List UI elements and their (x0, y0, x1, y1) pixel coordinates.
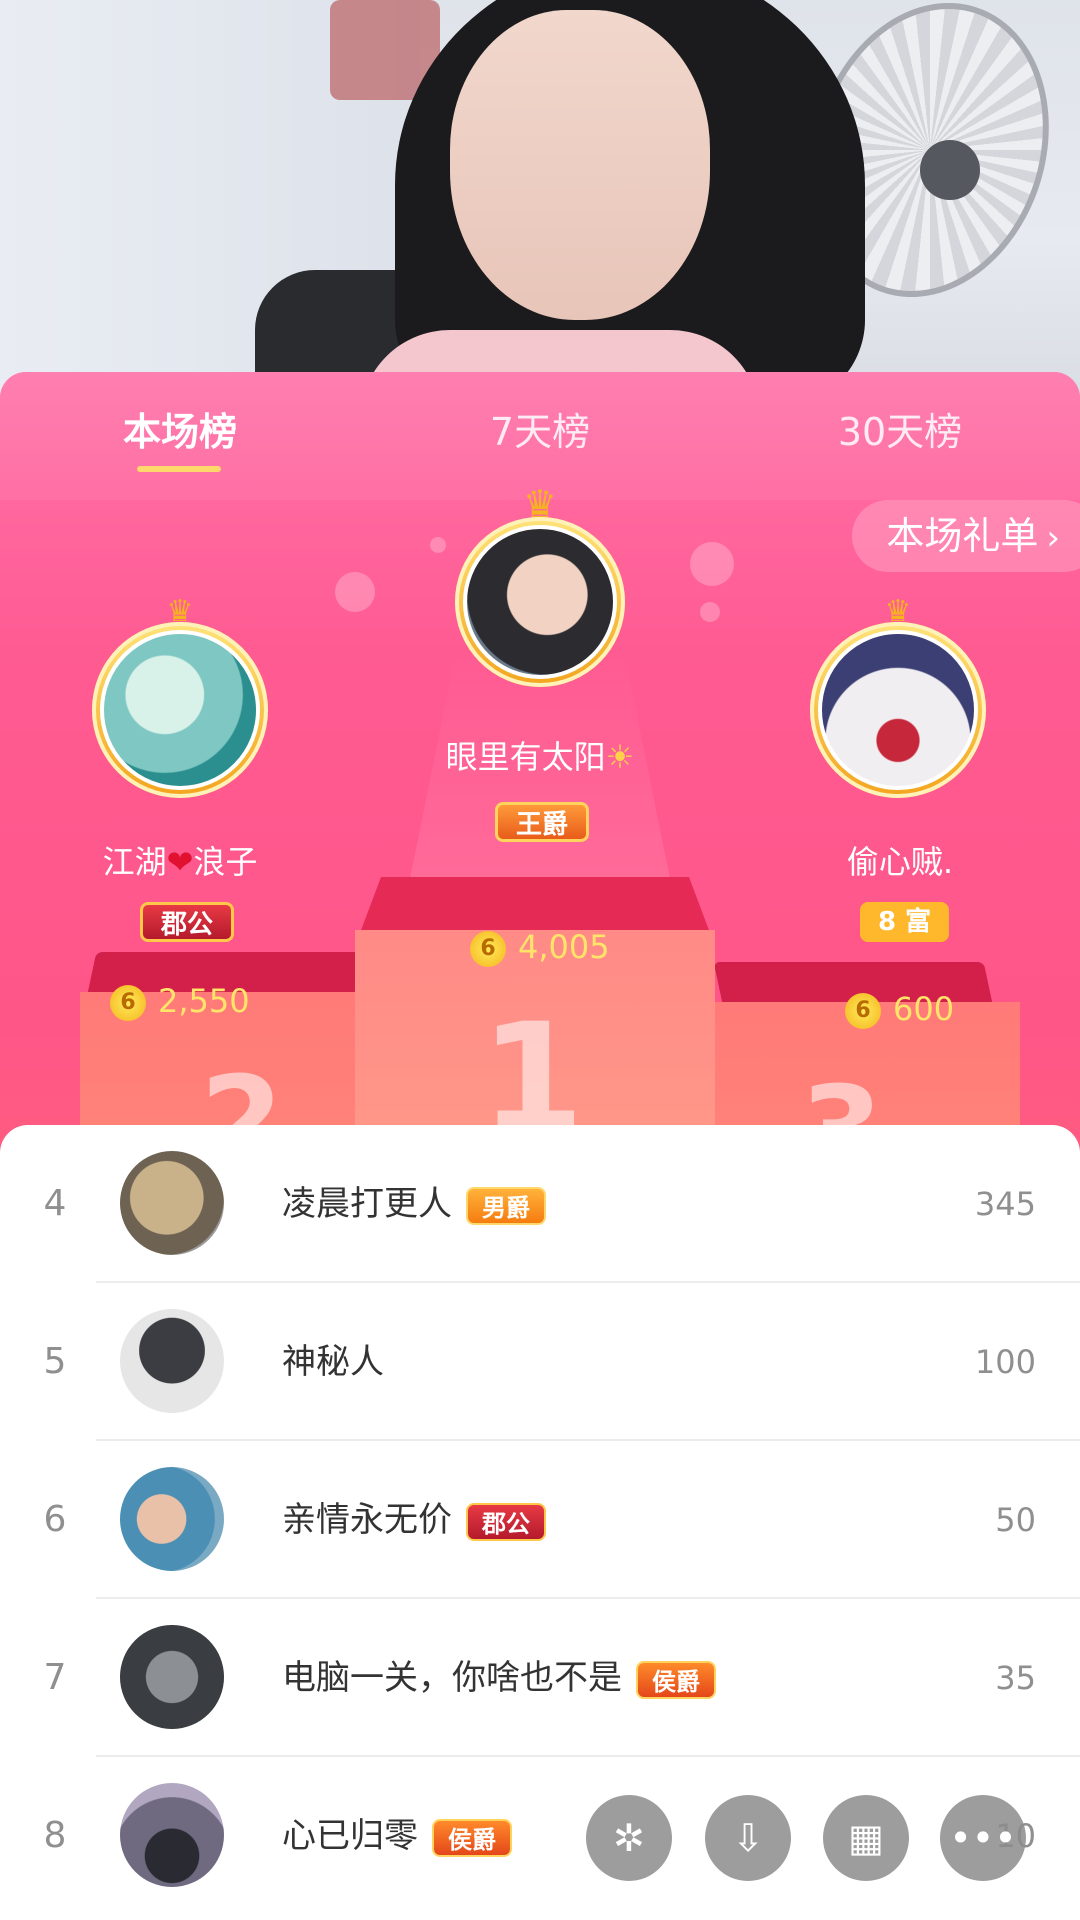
share-icon: ✲ (613, 1816, 645, 1860)
video-streamer-face (450, 10, 710, 320)
list-item-name: 亲情永无价 郡公 (282, 1441, 546, 1599)
top1-name-text: 眼里有太阳 (445, 738, 606, 776)
noble-badge: 侯爵 (636, 1660, 716, 1699)
top1-score: 6 4,005 (470, 928, 610, 967)
top2-score-value: 2,550 (158, 982, 250, 1020)
decor-bubble (335, 572, 375, 612)
tab-30-days[interactable]: 30天榜 (810, 402, 990, 462)
top3-wealth-badge: 8 富 (860, 902, 950, 942)
list-item-name-text: 电脑一关，你啥也不是 (282, 1658, 622, 1698)
top2-score: 6 2,550 (110, 982, 250, 1021)
decor-bubble (700, 602, 720, 622)
list-item-value: 345 (974, 1185, 1036, 1223)
list-item[interactable]: 7 电脑一关，你啥也不是 侯爵 35 (0, 1599, 1080, 1757)
coin-icon: 6 (845, 993, 881, 1029)
list-item[interactable]: 5 神秘人 100 (0, 1283, 1080, 1441)
list-item[interactable]: 4 凌晨打更人 男爵 345 (0, 1125, 1080, 1283)
download-button[interactable]: ⇩ (705, 1795, 791, 1881)
top3-score-value: 600 (893, 990, 955, 1028)
list-item-name-text: 凌晨打更人 (282, 1184, 452, 1224)
coin-icon: 6 (470, 931, 506, 967)
top3-avatar[interactable] (810, 622, 986, 798)
avatar[interactable] (120, 1151, 224, 1255)
avatar[interactable] (120, 1467, 224, 1571)
share-button[interactable]: ✲ (586, 1795, 672, 1881)
avatar[interactable] (120, 1625, 224, 1729)
active-tab-underline (137, 466, 221, 472)
sun-icon: ☀ (605, 738, 635, 776)
list-rank: 7 (43, 1657, 67, 1698)
grid-icon: ▦ (848, 1816, 884, 1860)
avatar[interactable] (120, 1783, 224, 1887)
list-item-name: 心已归零 侯爵 (282, 1757, 512, 1915)
list-rank: 6 (43, 1499, 67, 1540)
video-reflector-center (920, 140, 980, 200)
decor-bubble (430, 537, 446, 553)
top2-name-right: 浪子 (193, 843, 258, 881)
gift-list-label: 本场礼单 (886, 514, 1039, 558)
grid-menu-button[interactable]: ▦ (823, 1795, 909, 1881)
podium-top-first (360, 877, 710, 933)
gift-list-button[interactable]: 本场礼单 › (852, 500, 1080, 572)
top3-name[interactable]: 偷心贼. (760, 837, 1040, 883)
list-rank: 4 (43, 1183, 67, 1224)
top2-avatar[interactable] (92, 622, 268, 798)
avatar[interactable] (120, 1309, 224, 1413)
top2-name-left: 江湖 (102, 843, 167, 881)
list-rank: 5 (43, 1341, 67, 1382)
top1-avatar[interactable] (455, 517, 625, 687)
top2-name[interactable]: 江湖❤浪子 (40, 837, 320, 883)
top2-noble-badge: 郡公 (140, 902, 235, 942)
ranking-list: 4 凌晨打更人 男爵 345 5 神秘人 100 6 亲情永无价 郡公 50 7 电… (0, 1125, 1080, 1920)
decor-bubble (690, 542, 734, 586)
list-item[interactable]: 8 心已归零侯爵 10 (0, 1757, 1080, 1915)
chevron-right-icon: › (1046, 518, 1060, 558)
list-item-name: 电脑一关，你啥也不是 侯爵 (282, 1599, 716, 1757)
list-item-name-text: 神秘人 (282, 1342, 384, 1382)
list-rank: 8 (43, 1815, 67, 1856)
heart-icon: ❤ (166, 843, 194, 881)
list-item-value: 35 (995, 1659, 1036, 1697)
leaderboard-tabs: 本场榜 7天榜 30天榜 (0, 372, 1080, 500)
download-icon: ⇩ (732, 1816, 764, 1860)
top3-score: 6 600 (845, 990, 954, 1029)
list-item[interactable]: 6 亲情永无价 郡公 50 (0, 1441, 1080, 1599)
noble-badge: 侯爵 (432, 1818, 512, 1857)
more-button[interactable]: ••• (940, 1795, 1026, 1881)
list-item-name-text: 心已归零 (282, 1816, 418, 1856)
tab-7-days[interactable]: 7天榜 (460, 402, 620, 462)
more-icon: ••• (949, 1816, 1017, 1860)
top1-score-value: 4,005 (518, 928, 610, 966)
list-item-value: 50 (995, 1501, 1036, 1539)
noble-badge: 郡公 (466, 1502, 546, 1541)
noble-badge: 男爵 (466, 1186, 546, 1225)
tab-this-session[interactable]: 本场榜 (100, 402, 260, 462)
live-video-background (0, 0, 1080, 400)
top1-noble-badge: 王爵 (495, 802, 590, 842)
list-item-value: 100 (974, 1343, 1036, 1381)
list-item-name: 神秘人 (282, 1283, 384, 1441)
list-item-name: 凌晨打更人 男爵 (282, 1125, 546, 1283)
top1-name[interactable]: 眼里有太阳☀ (380, 732, 700, 778)
list-item-name-text: 亲情永无价 (282, 1500, 452, 1540)
coin-icon: 6 (110, 985, 146, 1021)
